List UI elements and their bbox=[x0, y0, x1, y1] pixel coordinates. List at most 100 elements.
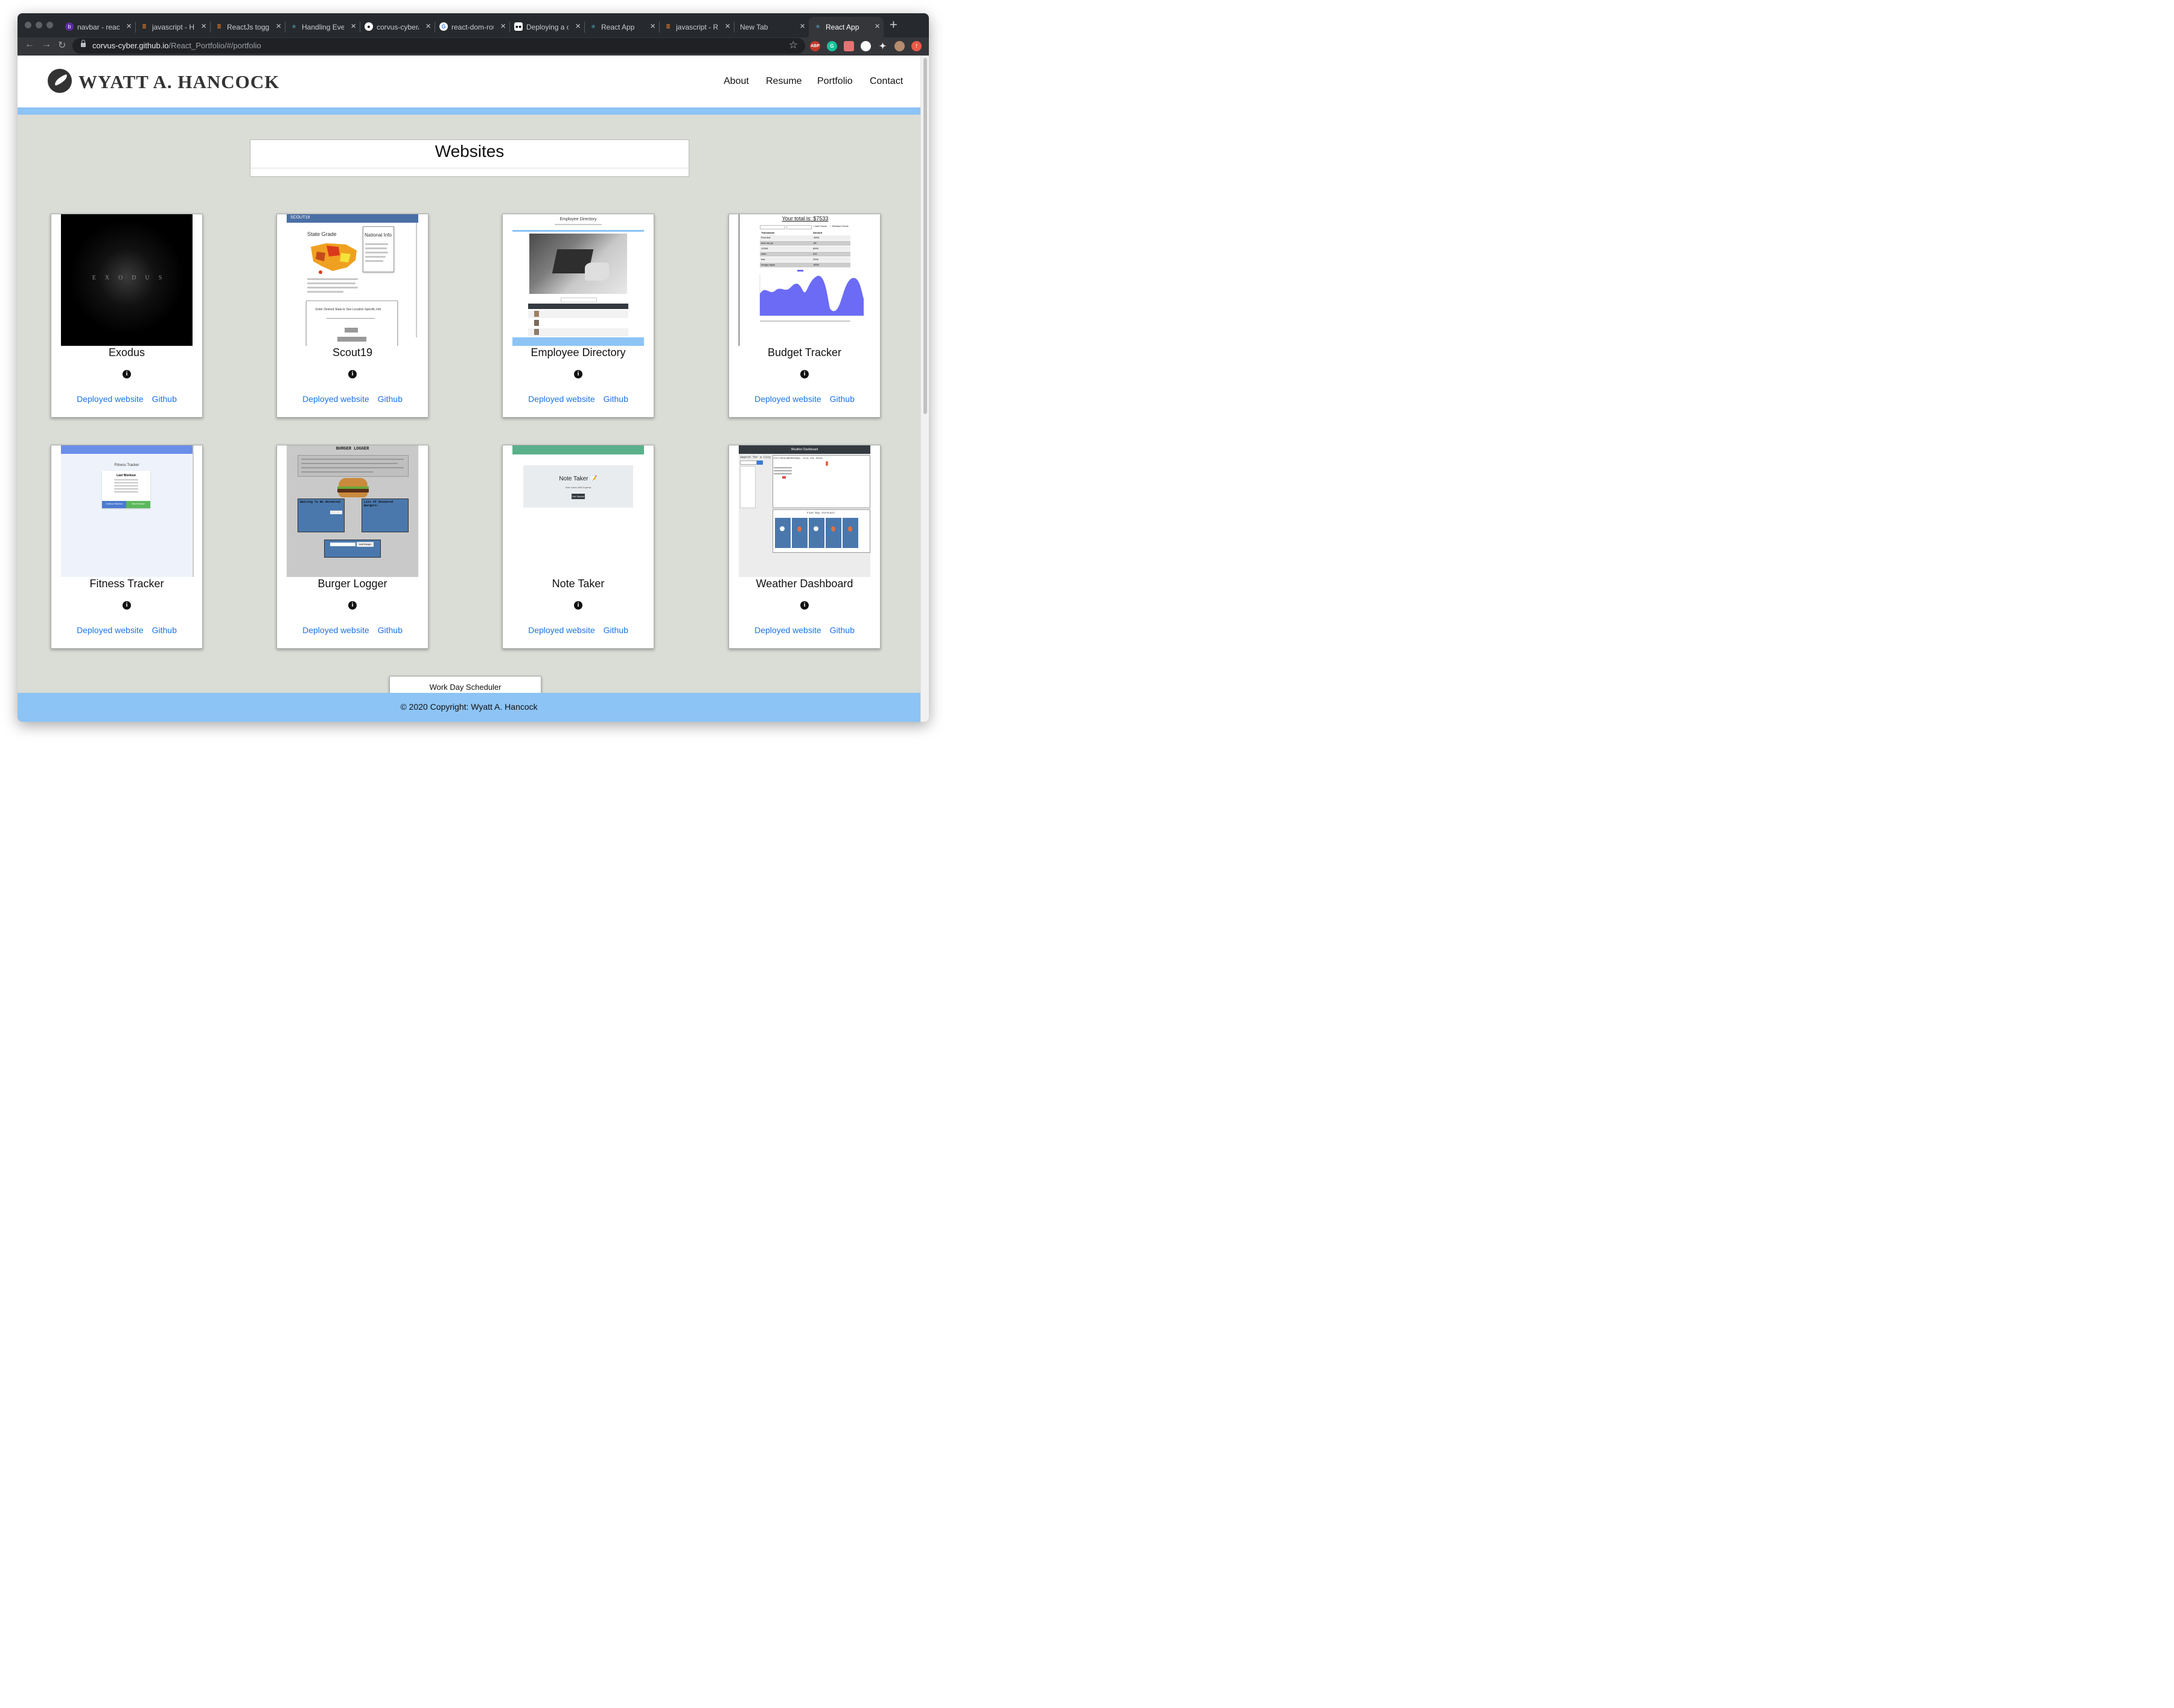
project-card-employee-directory: Employee Directory Employee Directory i … bbox=[502, 214, 654, 418]
browser-tab[interactable]: ⚛ React App × bbox=[584, 17, 659, 37]
close-icon[interactable]: × bbox=[276, 21, 281, 31]
project-card-scout19: SCOUT19 State Grade National Info Enter … bbox=[276, 214, 429, 418]
browser-tab-active[interactable]: ⚛ React App × bbox=[809, 17, 884, 37]
browser-toolbar: ← → ↻ corvus-cyber.github.io/React_Portf… bbox=[18, 37, 929, 56]
zoom-window-button[interactable] bbox=[46, 22, 53, 28]
deployed-website-link[interactable]: Deployed website bbox=[302, 625, 369, 635]
browser-tab[interactable]: G react-dom-router × bbox=[435, 17, 509, 37]
project-screenshot: Weather Dashboard Search for a City Port… bbox=[739, 445, 870, 577]
close-icon[interactable]: × bbox=[800, 21, 805, 31]
reload-icon[interactable]: ↻ bbox=[58, 39, 66, 51]
section-title: Websites bbox=[250, 140, 689, 168]
weather-forecast-heading: Five Day Forecast bbox=[807, 512, 835, 515]
project-links: Deployed website Github bbox=[729, 394, 880, 404]
browser-tab[interactable]: ≣ javascript - How × bbox=[135, 17, 210, 37]
deployed-website-link[interactable]: Deployed website bbox=[754, 394, 821, 404]
close-icon[interactable]: × bbox=[351, 21, 356, 31]
info-icon[interactable]: i bbox=[574, 601, 582, 610]
project-card-fitness-tracker: Fitness Tracker Last Workout Continue Wo… bbox=[51, 445, 203, 649]
close-icon[interactable]: × bbox=[575, 21, 581, 31]
site-brand[interactable]: WYATT A. HANCOCK bbox=[78, 71, 279, 93]
nav-contact[interactable]: Contact bbox=[870, 76, 903, 87]
browser-tab[interactable]: ⚛ Handling Events × bbox=[285, 17, 360, 37]
project-links: Deployed website Github bbox=[51, 394, 202, 404]
burger-waiting-heading: Waiting To Be Devoured: bbox=[300, 500, 342, 504]
weather-thumb-title: Weather Dashboard bbox=[791, 448, 818, 451]
browser-tab[interactable]: ●● Deploying a create × bbox=[509, 17, 584, 37]
nav-portfolio[interactable]: Portfolio bbox=[817, 76, 853, 87]
bit-icon: b bbox=[65, 22, 74, 31]
project-screenshot: Your total is: $7533 + Add Funds − Subtr… bbox=[739, 214, 871, 346]
deployed-website-link[interactable]: Deployed website bbox=[528, 625, 595, 635]
github-link[interactable]: Github bbox=[152, 625, 177, 635]
project-screenshot: Fitness Tracker Last Workout Continue Wo… bbox=[61, 445, 194, 577]
project-title: Scout19 bbox=[332, 346, 373, 358]
browser-tab[interactable]: ≣ ReactJs toggle × bbox=[210, 17, 285, 37]
github-link[interactable]: Github bbox=[378, 394, 403, 404]
info-icon[interactable]: i bbox=[348, 601, 357, 610]
fitness-last-workout: Last Workout bbox=[116, 474, 136, 477]
update-icon[interactable]: ↑ bbox=[911, 41, 922, 51]
project-title: Employee Directory bbox=[531, 346, 626, 358]
avatar[interactable] bbox=[894, 41, 905, 51]
close-window-button[interactable] bbox=[25, 22, 31, 28]
deployed-website-link[interactable]: Deployed website bbox=[754, 625, 821, 635]
browser-tab[interactable]: b navbar - react × bbox=[60, 17, 135, 37]
scout-location-prompt: Enter Desired State to See Location Spec… bbox=[316, 308, 381, 311]
project-links: Deployed website Github bbox=[503, 625, 654, 635]
github-link[interactable]: Github bbox=[604, 394, 628, 404]
project-card-burger-logger: BURGER LOGGER Waiting To Be Devoured: Li… bbox=[276, 445, 429, 649]
github-link[interactable]: Github bbox=[378, 625, 403, 635]
budget-total: Your total is: $7533 bbox=[782, 215, 829, 221]
stackoverflow-icon: ≣ bbox=[666, 24, 671, 30]
info-icon[interactable]: i bbox=[800, 370, 809, 378]
puzzle-icon[interactable]: ✦ bbox=[878, 41, 888, 51]
github-link[interactable]: Github bbox=[152, 394, 177, 404]
scout-national-info: National Info bbox=[365, 232, 392, 238]
close-icon[interactable]: × bbox=[126, 21, 132, 31]
close-icon[interactable]: × bbox=[725, 21, 730, 31]
forward-icon[interactable]: → bbox=[42, 39, 51, 50]
us-map-icon bbox=[311, 243, 357, 274]
browser-tab[interactable]: ● corvus-cyber/ × bbox=[360, 17, 435, 37]
close-icon[interactable]: × bbox=[650, 21, 655, 31]
copyright-text: © 2020 Copyright: Wyatt A. Hancock bbox=[400, 702, 538, 712]
nav-about[interactable]: About bbox=[724, 76, 749, 87]
burger-thumb-title: BURGER LOGGER bbox=[336, 447, 369, 451]
info-icon[interactable]: i bbox=[574, 370, 582, 378]
github-link[interactable]: Github bbox=[604, 625, 628, 635]
info-icon[interactable]: i bbox=[348, 370, 357, 378]
info-icon[interactable]: i bbox=[123, 370, 131, 378]
scrollbar-thumb[interactable] bbox=[923, 58, 927, 414]
info-icon[interactable]: i bbox=[800, 601, 809, 610]
page-scrollbar[interactable] bbox=[920, 56, 929, 722]
extension-circle-icon[interactable] bbox=[861, 41, 871, 51]
adblock-icon[interactable]: ABP bbox=[810, 41, 820, 51]
medium-icon: ●● bbox=[514, 22, 523, 31]
address-bar[interactable]: corvus-cyber.github.io/React_Portfolio/#… bbox=[72, 38, 805, 54]
deployed-website-link[interactable]: Deployed website bbox=[77, 394, 144, 404]
project-title: Burger Logger bbox=[317, 578, 387, 590]
bookmark-star-icon[interactable]: ☆ bbox=[789, 39, 798, 51]
raven-logo-icon[interactable] bbox=[48, 69, 72, 93]
screen-recorder-icon[interactable] bbox=[844, 41, 854, 51]
close-icon[interactable]: × bbox=[500, 21, 506, 31]
browser-tab[interactable]: ≣ javascript - React × bbox=[659, 17, 734, 37]
project-title: Note Taker bbox=[552, 578, 605, 590]
deployed-website-link[interactable]: Deployed website bbox=[77, 625, 144, 635]
back-icon[interactable]: ← bbox=[25, 39, 34, 50]
deployed-website-link[interactable]: Deployed website bbox=[528, 394, 595, 404]
close-icon[interactable]: × bbox=[426, 21, 431, 31]
deployed-website-link[interactable]: Deployed website bbox=[302, 394, 369, 404]
grammarly-icon[interactable]: G bbox=[827, 41, 837, 51]
minimize-window-button[interactable] bbox=[36, 22, 42, 28]
github-link[interactable]: Github bbox=[830, 625, 855, 635]
info-icon[interactable]: i bbox=[123, 601, 131, 610]
nav-resume[interactable]: Resume bbox=[766, 76, 802, 87]
new-tab-button[interactable]: + bbox=[890, 17, 897, 33]
browser-tab[interactable]: New Tab × bbox=[734, 17, 809, 37]
close-icon[interactable]: × bbox=[201, 21, 206, 31]
github-link[interactable]: Github bbox=[830, 394, 855, 404]
project-title: Exodus bbox=[108, 346, 145, 358]
close-icon[interactable]: × bbox=[875, 21, 880, 31]
